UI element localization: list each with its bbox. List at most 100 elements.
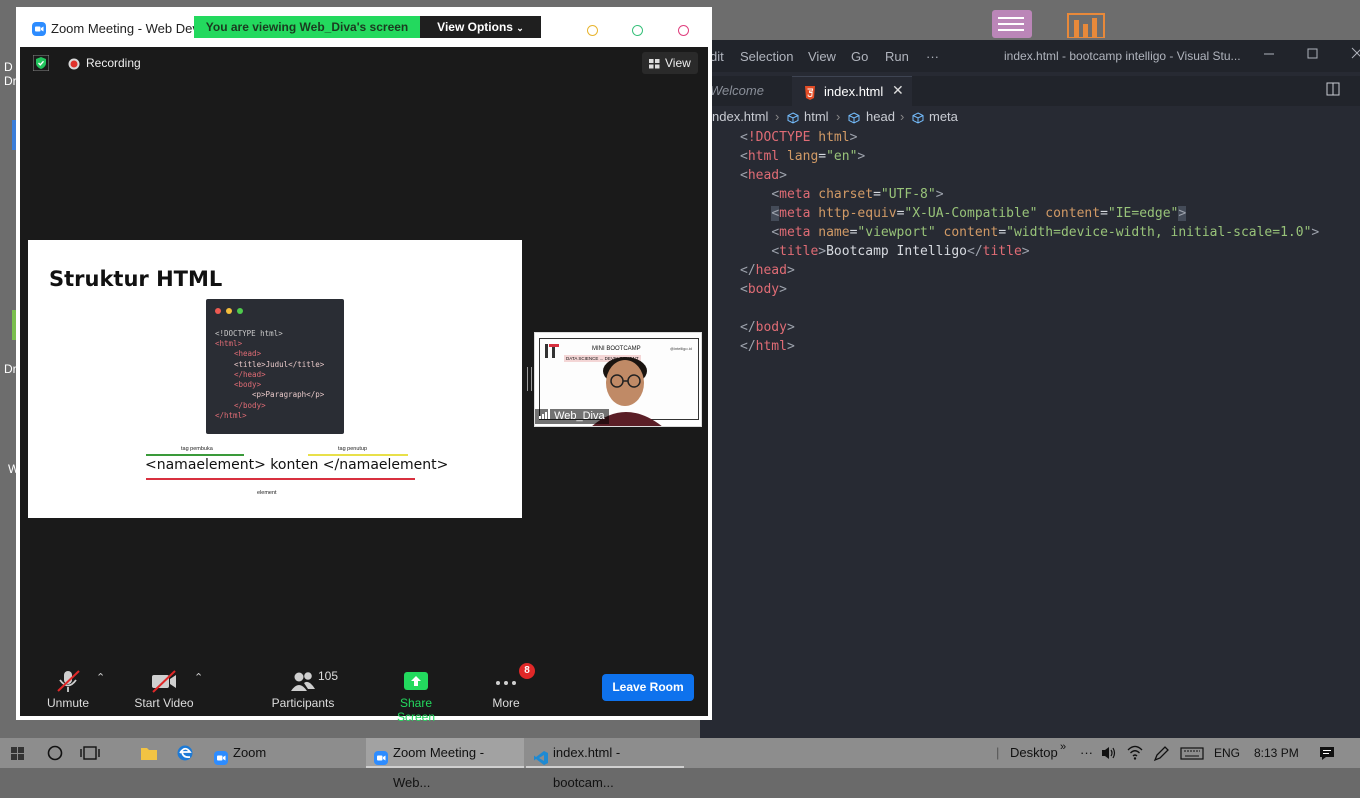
code-line: <head> [740, 168, 787, 183]
code-line: </head> [740, 263, 795, 278]
wifi-icon[interactable] [1126, 738, 1144, 768]
close-tag-underline [308, 454, 408, 456]
participants-icon [291, 672, 315, 691]
view-button[interactable]: View [642, 52, 698, 74]
clock[interactable]: 8:13 PM [1254, 738, 1299, 768]
participants-button[interactable]: 105 Participants [270, 669, 339, 710]
participant-video[interactable]: MINI BOOTCAMP DATA SCIENCE ... DEVELOPME… [534, 332, 702, 427]
tab-welcome[interactable]: Welcome [700, 76, 790, 106]
task-view-icon[interactable] [80, 738, 100, 768]
label-open-tag: tag pembuka [181, 446, 213, 452]
slide-code-line: <!DOCTYPE html> [215, 329, 283, 338]
code-line: </html> [740, 339, 795, 354]
label-close-tag: tag penutup [338, 446, 368, 452]
video-options-caret-icon[interactable]: ⌃ [194, 671, 203, 684]
menu-go[interactable]: Go [851, 49, 868, 64]
share-screen-icon [404, 672, 428, 690]
banner-handle: @intelligo.id [670, 346, 692, 351]
split-editor-icon[interactable] [1326, 82, 1340, 99]
code-line: <meta charset="UTF-8"> [771, 187, 944, 202]
more-label: More [492, 696, 520, 710]
search-circle-icon[interactable] [46, 738, 64, 768]
zoom-logo-icon [32, 22, 46, 39]
code-card: <!DOCTYPE html> <html> <head> <title>Jud… [206, 299, 344, 434]
participant-name-tag: Web_Diva [535, 409, 609, 424]
window-title: index.html - bootcamp intelligo - Visual… [1004, 49, 1241, 63]
view-label: View [665, 56, 691, 70]
zoom-app-icon [374, 746, 388, 776]
taskbar-app-zoom[interactable]: Zoom [206, 738, 356, 768]
minimize-icon[interactable] [587, 25, 598, 36]
vscode-app-icon [534, 746, 548, 776]
volume-icon[interactable] [1100, 738, 1118, 768]
menu-edit[interactable]: dit [710, 49, 724, 64]
taskbar-app-vscode[interactable]: index.html - bootcam... [526, 738, 684, 790]
pen-icon[interactable] [1152, 738, 1170, 768]
recording-label[interactable]: Recording [86, 56, 141, 70]
minimize-icon[interactable] [1262, 46, 1276, 63]
viewing-status: You are viewing Web_Diva's screen [194, 16, 420, 38]
panel-resize-handle[interactable] [527, 367, 532, 391]
start-video-label: Start Video [134, 696, 194, 710]
audio-options-caret-icon[interactable]: ⌃ [96, 671, 105, 684]
leave-room-button[interactable]: Leave Room [602, 674, 694, 701]
slide-formula: <namaelement> konten </namaelement> [145, 457, 449, 473]
toolbar-expand-icon[interactable]: » [1060, 732, 1066, 762]
tab-index-html[interactable]: index.html ✕ [792, 76, 912, 107]
menu-selection[interactable]: Selection [740, 49, 793, 64]
start-video-button[interactable]: Start Video [128, 669, 200, 710]
language-indicator[interactable]: ENG [1214, 738, 1240, 768]
slide-code-line: <html> [215, 339, 243, 348]
edge-browser-icon[interactable] [176, 738, 194, 768]
tab-close-icon[interactable]: ✕ [892, 77, 904, 103]
maximize-icon[interactable] [1306, 46, 1320, 63]
view-options-button[interactable]: View Options ⌄ [420, 16, 541, 38]
menu-view[interactable]: View [808, 49, 836, 64]
taskbar-app-label: Zoom Meeting - Web... [393, 745, 485, 790]
notifications-icon[interactable] [1318, 738, 1336, 768]
keyboard-icon[interactable] [1180, 738, 1204, 768]
code-line: <title>Bootcamp Intelligo</title> [771, 244, 1030, 259]
chevron-down-icon: ⌄ [516, 23, 524, 33]
chevron-right-icon: › [900, 109, 905, 124]
desktop-icon-label[interactable]: Dr [4, 74, 17, 88]
participant-count: 105 [318, 669, 339, 683]
taskbar-app-zoom-meeting[interactable]: Zoom Meeting - Web... [366, 738, 524, 790]
zoom-app-icon [214, 746, 228, 776]
breadcrumb-head[interactable]: head [866, 109, 895, 124]
menu-more[interactable]: ··· [926, 49, 939, 64]
close-icon[interactable] [678, 25, 689, 36]
desktop-icon-chart[interactable] [1066, 10, 1106, 39]
chevron-right-icon: › [836, 109, 841, 124]
code-line: <meta name="viewport" content="width=dev… [771, 225, 1320, 240]
unmute-button[interactable]: Unmute [44, 669, 92, 710]
desktop-toolbar[interactable]: Desktop [1010, 738, 1058, 768]
share-screen-button[interactable]: Share Screen [380, 669, 452, 724]
code-editor[interactable]: <!DOCTYPE html> <html lang="en"> <head> … [740, 128, 1319, 356]
encryption-shield-icon[interactable] [32, 54, 50, 74]
video-off-icon [152, 670, 176, 693]
slide-code-line: <title>Judul</title> [234, 360, 325, 369]
start-icon[interactable] [10, 738, 26, 768]
maximize-icon[interactable] [632, 25, 643, 36]
code-line: <html lang="en"> [740, 149, 866, 164]
desktop-icon-notes[interactable] [990, 8, 1034, 38]
menu-run[interactable]: Run [885, 49, 909, 64]
desktop-icon-label[interactable]: Dr [4, 362, 17, 376]
breadcrumb-html[interactable]: html [804, 109, 829, 124]
unmute-label: Unmute [46, 696, 90, 710]
recording-icon [68, 58, 80, 73]
close-icon[interactable] [1350, 46, 1360, 63]
file-explorer-icon[interactable] [140, 738, 158, 768]
more-button[interactable]: More 8 [486, 663, 535, 710]
breadcrumb-file[interactable]: ndex.html [712, 109, 768, 124]
participants-label: Participants [271, 696, 335, 710]
open-tag-underline [146, 454, 244, 456]
desktop-icon-label[interactable]: D [4, 60, 13, 74]
hidden-icons-icon[interactable]: ··· [1080, 738, 1093, 768]
grid-icon [649, 58, 660, 72]
breadcrumb-meta[interactable]: meta [929, 109, 958, 124]
window-dot-yellow [226, 308, 232, 314]
code-line: </body> [740, 320, 795, 335]
